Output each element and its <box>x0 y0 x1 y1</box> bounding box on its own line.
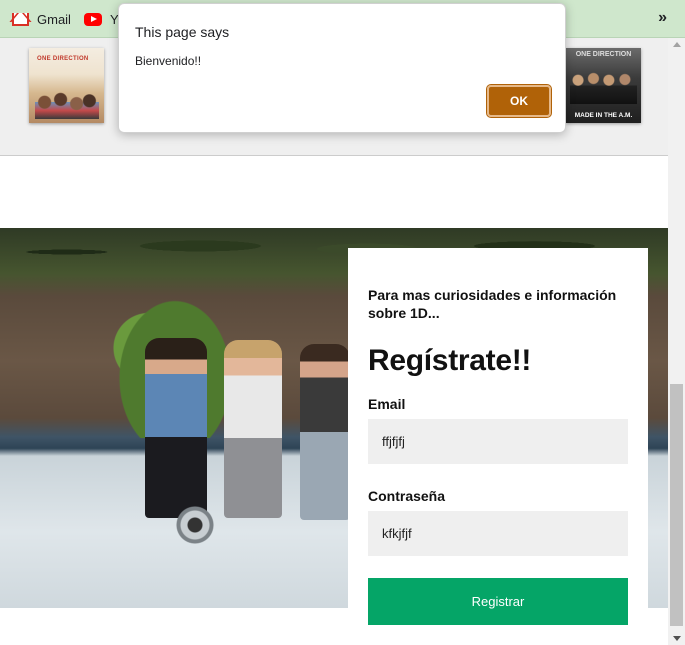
album-cover-1[interactable]: ONE DIRECTION <box>29 48 104 123</box>
album-cover-2[interactable]: ONE DIRECTION MADE IN THE A.M. <box>566 48 641 123</box>
bookmarks-more-button[interactable]: » <box>658 9 667 27</box>
signup-form-card: Para mas curiosidades e información sobr… <box>348 248 648 645</box>
email-field[interactable] <box>368 419 628 464</box>
album-2-subtitle: MADE IN THE A.M. <box>574 112 633 119</box>
page-scrollbar[interactable] <box>668 38 685 645</box>
album-1-band-photo <box>35 91 99 119</box>
hero-person-3 <box>300 344 350 520</box>
gmail-icon <box>12 12 29 26</box>
hero-person-1 <box>145 338 207 518</box>
bookmark-gmail[interactable]: Gmail <box>12 10 71 28</box>
hero-person-2 <box>224 340 282 518</box>
alert-dialog: This page says Bienvenido!! OK <box>118 3 566 133</box>
password-field[interactable] <box>368 511 628 556</box>
youtube-icon <box>84 12 102 26</box>
form-title: Regístrate!! <box>368 344 532 377</box>
register-button[interactable]: Registrar <box>368 578 628 625</box>
scroll-thumb[interactable] <box>670 384 683 626</box>
album-2-title: ONE DIRECTION <box>575 51 632 58</box>
email-label: Email <box>368 396 406 412</box>
hero-pool-drain <box>176 506 214 544</box>
password-label: Contraseña <box>368 488 446 504</box>
scroll-up-arrow-icon[interactable] <box>673 42 681 47</box>
album-1-title: ONE DIRECTION <box>37 56 89 62</box>
form-kicker: Para mas curiosidades e información sobr… <box>368 287 617 321</box>
dialog-title: This page says <box>135 24 230 40</box>
dialog-message: Bienvenido!! <box>135 54 202 68</box>
scroll-down-arrow-icon[interactable] <box>673 636 681 641</box>
dialog-ok-button[interactable]: OK <box>486 84 552 118</box>
bookmark-gmail-label: Gmail <box>37 11 71 27</box>
album-2-band-photo <box>570 70 637 104</box>
